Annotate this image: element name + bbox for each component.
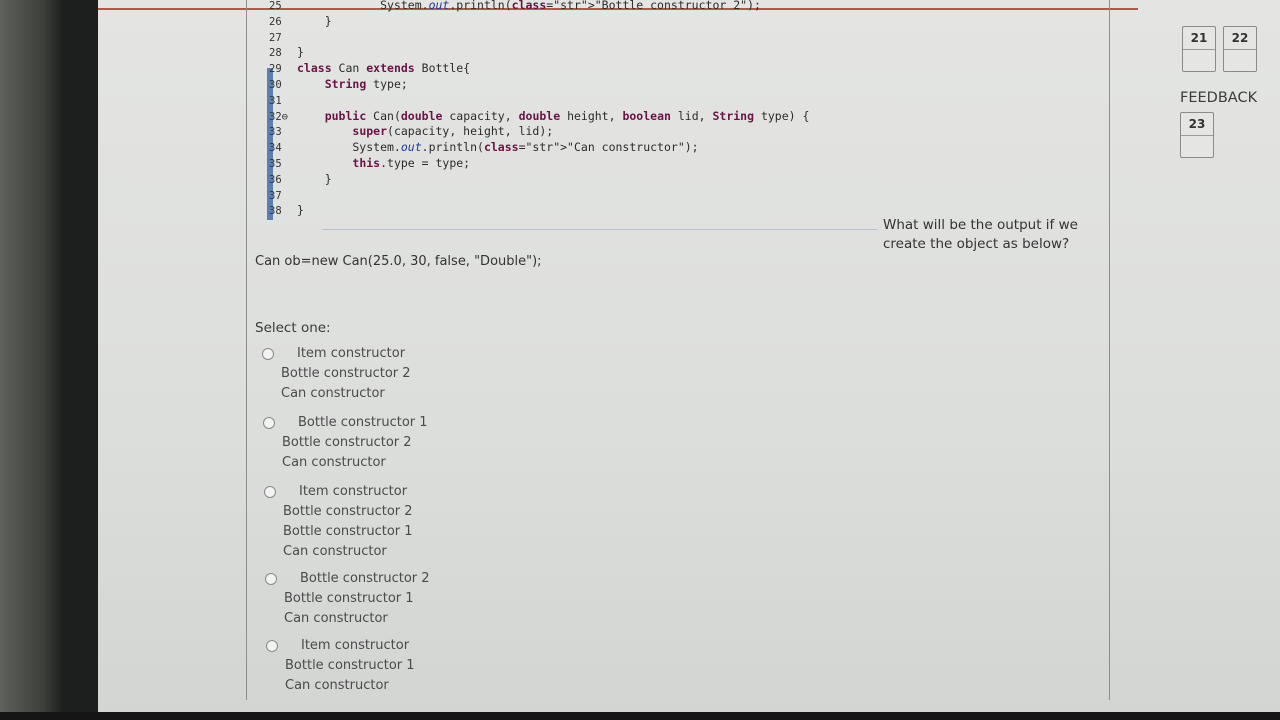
code-text: class Can extends Bottle{ <box>297 61 471 76</box>
line-number: 36 <box>269 173 282 186</box>
line-number: 32⊖ <box>269 110 288 123</box>
option-text: Bottle constructor 2 <box>283 504 413 519</box>
code-line: 29 class Can extends Bottle{ <box>267 61 867 77</box>
code-screenshot: 25 System.out.println(class="str">"Bottl… <box>267 0 867 220</box>
code-line: 30 String type; <box>267 77 867 93</box>
radio-button[interactable] <box>264 486 276 498</box>
option-text: Item constructor <box>301 638 410 653</box>
code-text: super(capacity, height, lid); <box>352 124 554 139</box>
option-text: Can constructor <box>284 611 388 626</box>
screen-bezel <box>0 0 62 720</box>
option-text: Bottle constructor 1 <box>298 415 428 430</box>
nav-question-number: 21 <box>1183 27 1215 50</box>
answer-option[interactable]: Item constructor Bottle constructor 2 Can … <box>262 344 411 404</box>
code-text: } <box>297 45 304 60</box>
option-text: Can constructor <box>285 678 389 693</box>
line-number: 31 <box>269 94 282 107</box>
code-text: System.out.println(class="str">"Can cons… <box>297 140 699 155</box>
code-text: } <box>297 13 332 28</box>
option-text: Bottle constructor 1 <box>283 524 413 539</box>
radio-button[interactable] <box>263 417 275 429</box>
code-line: 25 System.out.println(class="str">"Bottl… <box>267 0 867 14</box>
question-statement: Can ob=new Can(25.0, 30, false, "Double"… <box>255 254 542 269</box>
code-divider <box>322 229 877 230</box>
line-number: 38 <box>269 205 282 218</box>
option-text: Bottle constructor 1 <box>285 658 415 673</box>
line-number: 25 <box>269 0 282 12</box>
option-text: Item constructor <box>299 484 408 499</box>
radio-button[interactable] <box>262 348 274 360</box>
code-line: 32⊖ public Can(double capacity, double h… <box>267 109 867 125</box>
code-line: 27 <box>267 30 867 46</box>
quiz-screen: 25 System.out.println(class="str">"Bottl… <box>98 0 1280 712</box>
code-text: String type; <box>324 76 408 91</box>
code-text: } <box>297 203 304 218</box>
code-line: 33 super(capacity, height, lid); <box>267 124 867 140</box>
code-line: 36 } <box>267 172 867 188</box>
line-number: 33 <box>269 126 282 139</box>
code-text: this.type = type; <box>352 155 471 170</box>
code-text: System.out.println(class="str">"Bottle c… <box>297 0 761 12</box>
code-line: 26 } <box>267 14 867 30</box>
option-text: Can constructor <box>283 544 387 559</box>
nav-feedback-23[interactable]: 23 <box>1180 112 1214 158</box>
answer-option[interactable]: Bottle constructor 2 Bottle constructor 1… <box>265 569 430 629</box>
option-text: Bottle constructor 2 <box>281 366 411 381</box>
line-number: 37 <box>269 189 282 202</box>
radio-button[interactable] <box>266 640 278 652</box>
option-text: Can constructor <box>281 386 385 401</box>
answer-option[interactable]: Item constructor Bottle constructor 2 Bott… <box>264 482 413 562</box>
line-number: 35 <box>269 157 282 170</box>
nav-question-21[interactable]: 21 <box>1182 26 1216 72</box>
radio-button[interactable] <box>265 573 277 585</box>
nav-question-22[interactable]: 22 <box>1223 26 1257 72</box>
code-line: 34 System.out.println(class="str">"Can c… <box>267 140 867 156</box>
code-line: 35 this.type = type; <box>267 156 867 172</box>
line-number: 34 <box>269 142 282 155</box>
option-text: Bottle constructor 1 <box>284 591 414 606</box>
option-text: Bottle constructor 2 <box>300 571 430 586</box>
code-line: 28} <box>267 45 867 61</box>
code-line: 31 <box>267 93 867 109</box>
line-number: 28 <box>269 47 282 60</box>
option-text: Bottle constructor 2 <box>282 435 412 450</box>
answer-option[interactable]: Item constructor Bottle constructor 1 Can … <box>266 636 415 696</box>
code-text: public Can(double capacity, double heigh… <box>324 108 810 123</box>
code-line: 37 <box>267 188 867 204</box>
nav-question-number: 23 <box>1181 113 1213 136</box>
answer-option[interactable]: Bottle constructor 1 Bottle constructor 2… <box>263 413 428 473</box>
code-text: } <box>297 171 332 186</box>
option-text: Item constructor <box>297 346 406 361</box>
nav-question-number: 22 <box>1224 27 1256 50</box>
option-text: Can constructor <box>282 455 386 470</box>
question-panel: 25 System.out.println(class="str">"Bottl… <box>246 0 1110 700</box>
screen-bottom-bezel <box>0 712 1280 720</box>
feedback-heading: FEEDBACK <box>1180 90 1258 106</box>
line-number: 26 <box>269 15 282 28</box>
code-line: 38} <box>267 203 867 219</box>
line-number: 30 <box>269 78 282 91</box>
question-prompt: What will be the output if we create the… <box>883 217 1078 252</box>
select-one-label: Select one: <box>255 320 331 336</box>
line-number: 29 <box>269 63 282 76</box>
line-number: 27 <box>269 31 282 44</box>
